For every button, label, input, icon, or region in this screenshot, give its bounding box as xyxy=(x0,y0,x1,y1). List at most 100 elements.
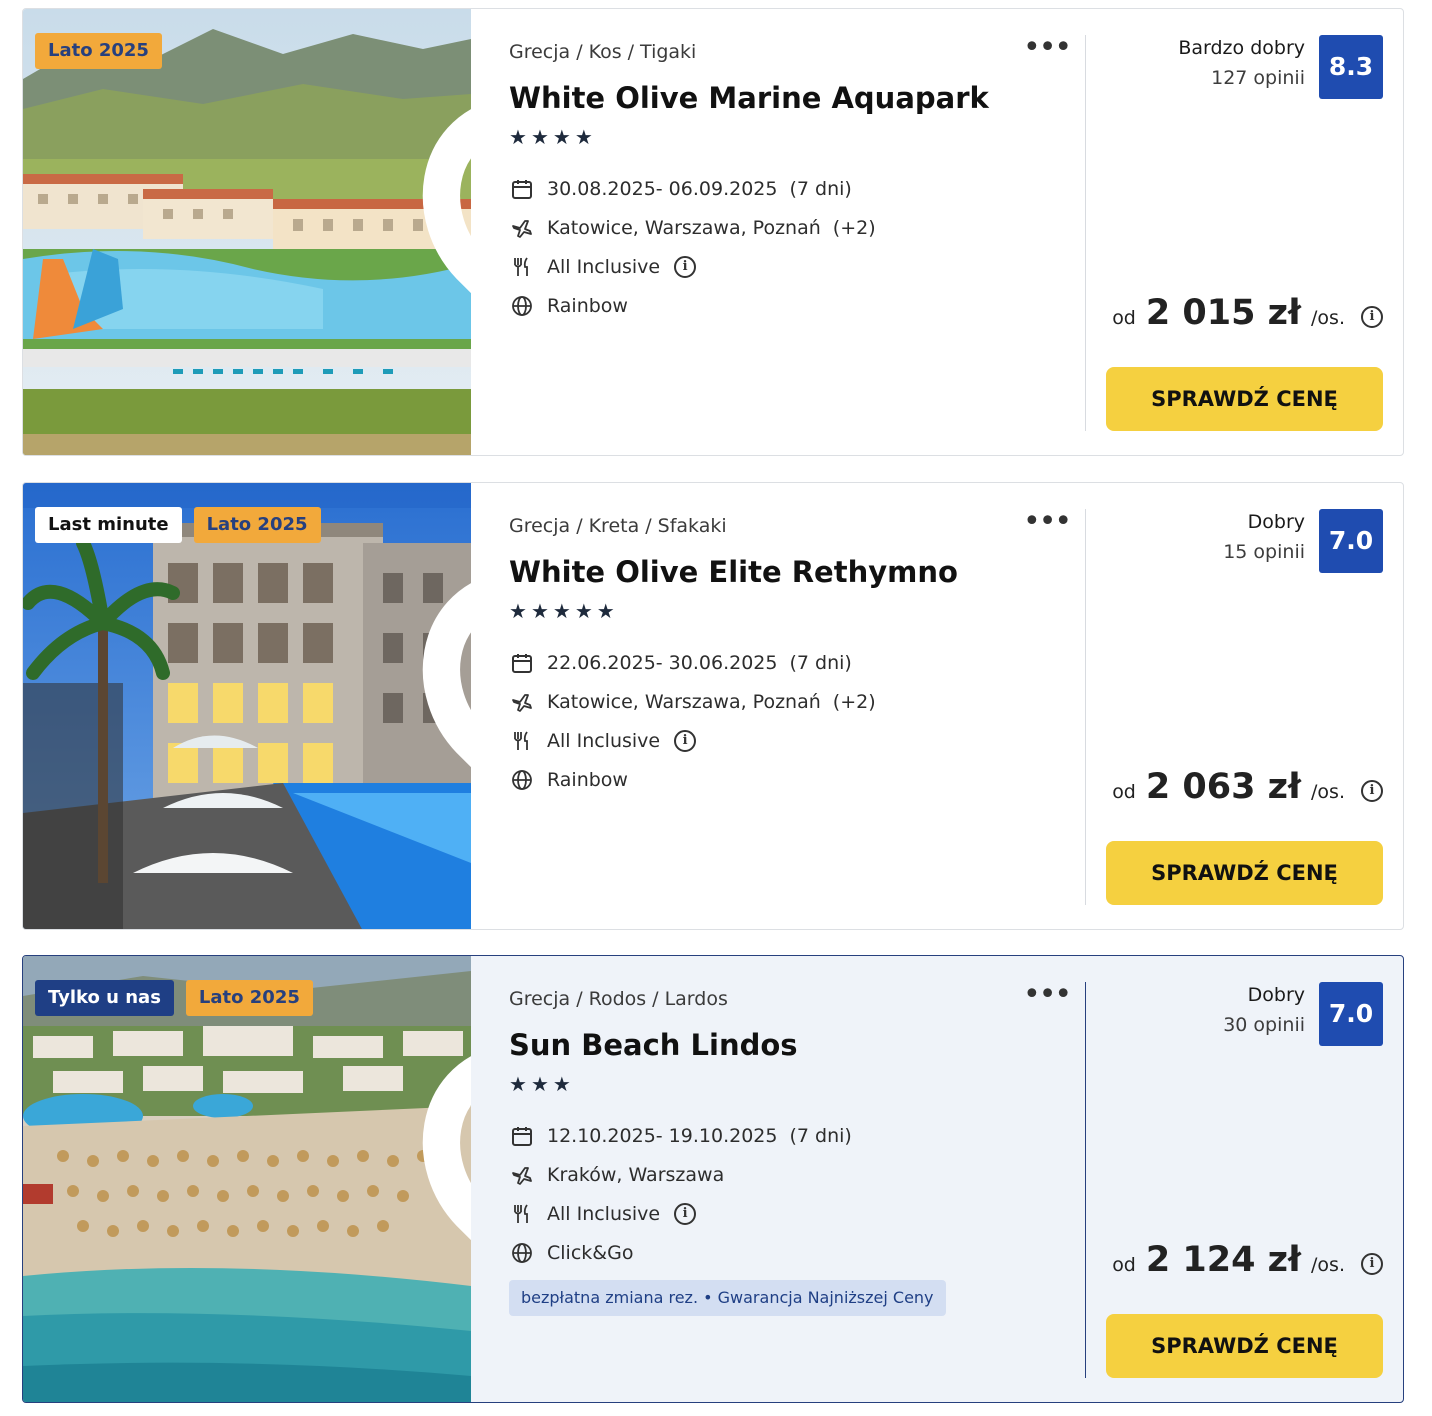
departure-more[interactable]: (+2) xyxy=(833,217,876,239)
heart-icon[interactable] xyxy=(405,978,471,1241)
check-price-button[interactable]: SPRAWDŹ CENĘ xyxy=(1106,367,1383,431)
hotel-photo[interactable]: Lato 2025 xyxy=(23,9,471,455)
rating-score-badge: 8.3 xyxy=(1319,35,1383,99)
offer-card[interactable]: Lato 2025 Grecja / Kos / Tigaki ••• White Ol… xyxy=(22,8,1404,456)
offer-card[interactable]: Last minute Lato 2025 Grecja / Kreta / Sfaka… xyxy=(22,482,1404,930)
operator-row: Rainbow xyxy=(509,286,876,325)
offer-card[interactable]: Tylko u nas Lato 2025 Grecja / Rodos / Lardo… xyxy=(22,955,1404,1403)
perks-badge: bezpłatna zmiana rez. • Gwarancja Najniż… xyxy=(509,1280,946,1316)
star-icon: ★ xyxy=(574,599,593,623)
star-icon: ★ xyxy=(596,599,615,623)
price-block: od 2 124 zł /os. i xyxy=(1112,1240,1383,1280)
location-breadcrumb: Grecja / Rodos / Lardos xyxy=(509,988,728,1010)
dates-row: 30.08.2025- 06.09.2025 (7 dni) xyxy=(509,169,876,208)
trip-duration: (7 dni) xyxy=(789,651,852,674)
operator-row: Rainbow xyxy=(509,760,876,799)
hotel-name[interactable]: White Olive Elite Rethymno xyxy=(509,555,958,589)
season-badge: Lato 2025 xyxy=(193,507,321,543)
star-rating: ★ ★ ★ ★ xyxy=(509,127,593,147)
price-amount: 2 063 zł xyxy=(1145,767,1302,807)
rating-label: Dobry xyxy=(1247,511,1305,533)
more-dots-icon[interactable]: ••• xyxy=(1023,33,1072,63)
last-minute-badge: Last minute xyxy=(35,507,182,543)
trip-duration: (7 dni) xyxy=(789,1124,852,1147)
fork-knife-icon xyxy=(509,728,535,754)
board-type: All Inclusive xyxy=(547,255,661,278)
location-breadcrumb: Grecja / Kreta / Sfakaki xyxy=(509,515,727,537)
review-count[interactable]: 15 opinii xyxy=(1223,541,1305,563)
price-block: od 2 063 zł /os. i xyxy=(1112,767,1383,807)
heart-icon[interactable] xyxy=(405,31,471,294)
star-icon: ★ xyxy=(530,1072,549,1096)
trip-duration: (7 dni) xyxy=(789,177,852,200)
divider xyxy=(1085,509,1086,905)
star-icon: ★ xyxy=(509,125,527,149)
divider xyxy=(1085,35,1086,431)
price-unit: /os. xyxy=(1311,781,1345,803)
region-link[interactable]: Kos xyxy=(589,41,622,63)
fork-knife-icon xyxy=(509,1201,535,1227)
info-icon[interactable]: i xyxy=(1361,1252,1383,1275)
hotel-photo[interactable]: Last minute Lato 2025 xyxy=(23,483,471,929)
check-price-button[interactable]: SPRAWDŹ CENĘ xyxy=(1106,1314,1383,1378)
departures-row: Katowice, Warszawa, Poznań (+2) xyxy=(509,208,876,247)
review-count[interactable]: 30 opinii xyxy=(1223,1014,1305,1036)
tour-operator: Click&Go xyxy=(547,1241,634,1264)
badge-group: Tylko u nas Lato 2025 xyxy=(35,980,313,1016)
calendar-icon xyxy=(509,176,535,202)
region-link[interactable]: Rodos xyxy=(589,988,647,1010)
country-link[interactable]: Grecja xyxy=(509,41,570,63)
info-icon[interactable]: i xyxy=(674,1202,697,1225)
plane-icon xyxy=(509,689,535,715)
divider xyxy=(1085,982,1086,1378)
star-rating: ★ ★ ★ ★ ★ xyxy=(509,601,615,621)
badge-group: Last minute Lato 2025 xyxy=(35,507,321,543)
plane-icon xyxy=(509,1162,535,1188)
star-icon: ★ xyxy=(509,1072,527,1096)
season-badge: Lato 2025 xyxy=(35,33,162,69)
check-price-button[interactable]: SPRAWDŹ CENĘ xyxy=(1106,841,1383,905)
price-prefix: od xyxy=(1112,1254,1136,1276)
departure-cities: Kraków, Warszawa xyxy=(547,1163,725,1186)
badge-group: Lato 2025 xyxy=(35,33,162,69)
city-link[interactable]: Lardos xyxy=(665,988,728,1010)
more-dots-icon[interactable]: ••• xyxy=(1023,507,1072,537)
departure-more[interactable]: (+2) xyxy=(833,691,876,713)
travel-dates: 22.06.2025- 30.06.2025 xyxy=(547,651,778,674)
price-prefix: od xyxy=(1112,307,1136,329)
info-icon[interactable]: i xyxy=(1361,779,1383,802)
rating-label: Bardzo dobry xyxy=(1178,37,1305,59)
plane-icon xyxy=(509,215,535,241)
heart-icon[interactable] xyxy=(405,505,471,768)
travel-dates: 30.08.2025- 06.09.2025 xyxy=(547,177,778,200)
country-link[interactable]: Grecja xyxy=(509,988,570,1010)
review-count[interactable]: 127 opinii xyxy=(1211,67,1305,89)
rating-label: Dobry xyxy=(1247,984,1305,1006)
globe-icon xyxy=(509,1240,535,1266)
tour-operator: Rainbow xyxy=(547,768,628,791)
hotel-name[interactable]: Sun Beach Lindos xyxy=(509,1028,798,1062)
calendar-icon xyxy=(509,650,535,676)
star-icon: ★ xyxy=(530,125,549,149)
star-icon: ★ xyxy=(530,599,549,623)
info-icon[interactable]: i xyxy=(674,255,697,278)
dates-row: 12.10.2025- 19.10.2025 (7 dni) xyxy=(509,1116,946,1155)
location-breadcrumb: Grecja / Kos / Tigaki xyxy=(509,41,697,63)
info-icon[interactable]: i xyxy=(1361,305,1383,328)
city-link[interactable]: Tigaki xyxy=(640,41,696,63)
country-link[interactable]: Grecja xyxy=(509,515,570,537)
city-link[interactable]: Sfakaki xyxy=(658,515,727,537)
hotel-photo[interactable]: Tylko u nas Lato 2025 xyxy=(23,956,471,1402)
board-row: All Inclusive i xyxy=(509,721,876,760)
season-badge: Lato 2025 xyxy=(185,980,313,1016)
star-rating: ★ ★ ★ xyxy=(509,1074,571,1094)
hotel-name[interactable]: White Olive Marine Aquapark xyxy=(509,81,989,115)
more-dots-icon[interactable]: ••• xyxy=(1023,980,1072,1010)
fork-knife-icon xyxy=(509,254,535,280)
board-type: All Inclusive xyxy=(547,1202,661,1225)
region-link[interactable]: Kreta xyxy=(589,515,640,537)
price-amount: 2 124 zł xyxy=(1145,1240,1302,1280)
price-unit: /os. xyxy=(1311,1254,1345,1276)
info-icon[interactable]: i xyxy=(674,729,697,752)
price-prefix: od xyxy=(1112,781,1136,803)
